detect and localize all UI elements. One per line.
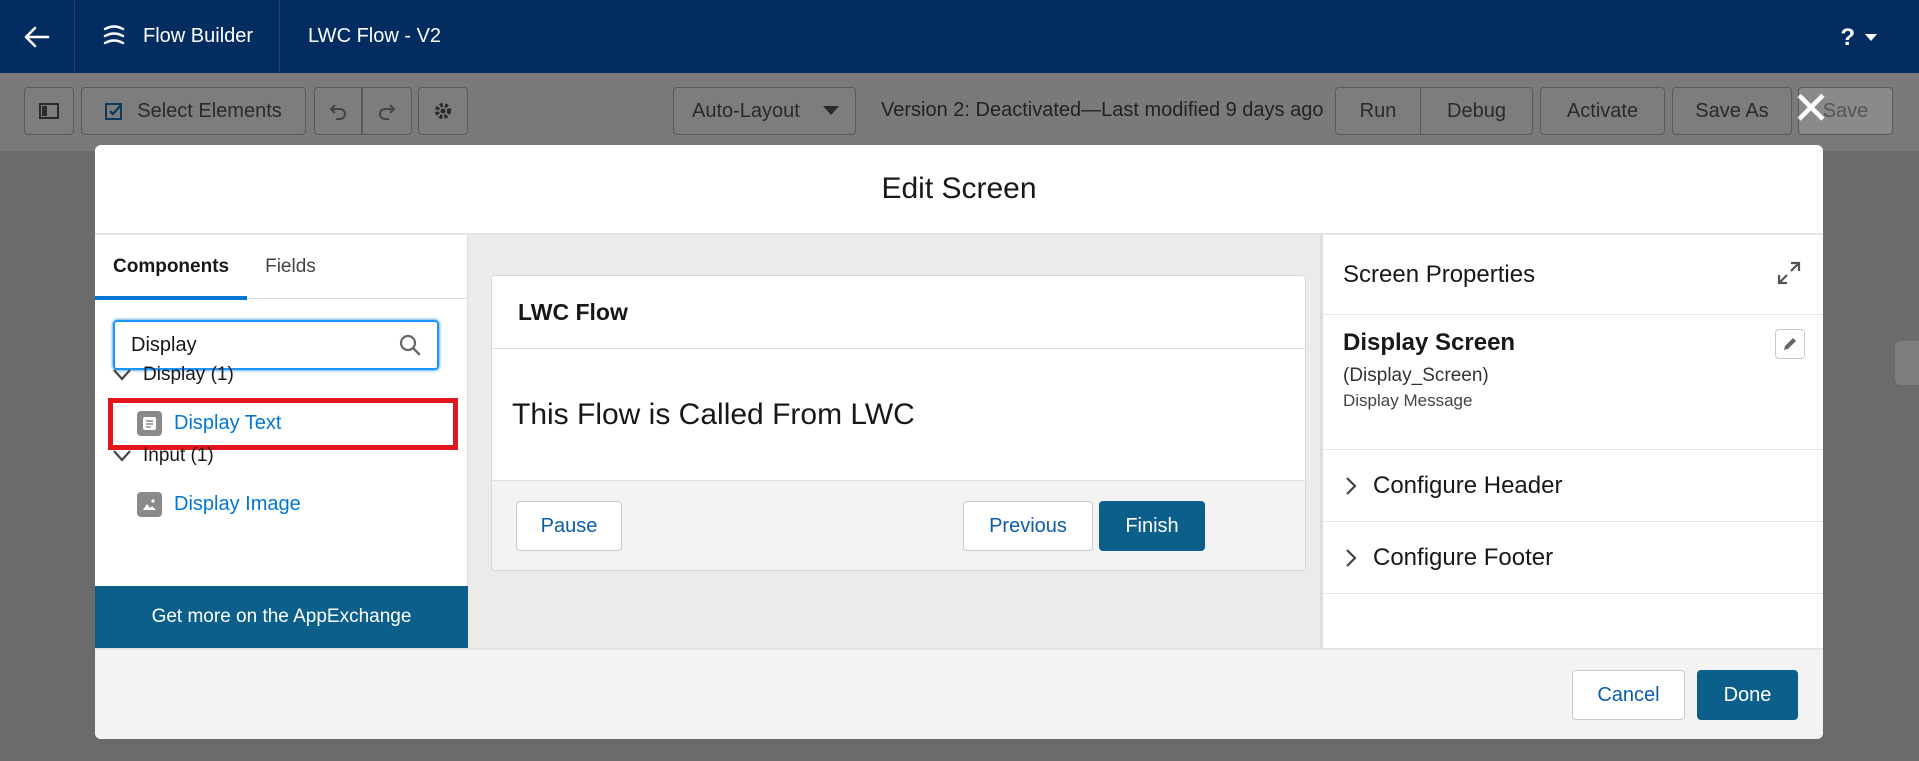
screen-description: Display Message xyxy=(1343,391,1473,410)
app-name: Flow Builder xyxy=(143,25,254,47)
back-button[interactable] xyxy=(0,0,75,73)
group-input[interactable]: Input (1) xyxy=(113,445,214,467)
debug-button[interactable]: Debug xyxy=(1420,87,1533,135)
screen-label: Display Screen xyxy=(1343,329,1516,356)
screen-api-name: (Display_Screen) xyxy=(1343,365,1489,386)
redo-button[interactable] xyxy=(362,87,412,135)
toggle-panel-button[interactable] xyxy=(24,87,74,135)
search-icon xyxy=(399,334,421,356)
group-label: Input (1) xyxy=(143,445,214,466)
component-display-image[interactable]: Display Image xyxy=(137,492,301,517)
close-modal-button[interactable]: ✕ xyxy=(1791,85,1831,131)
chevron-down-icon xyxy=(113,450,131,462)
modal-title: Edit Screen xyxy=(881,172,1037,205)
done-button[interactable]: Done xyxy=(1697,670,1798,720)
components-panel: Components Fields Display Display (1) Di… xyxy=(95,235,468,648)
configure-footer-section[interactable]: Configure Footer xyxy=(1323,522,1823,594)
help-menu[interactable]: ? xyxy=(1840,24,1877,52)
flow-logo-icon xyxy=(101,23,127,51)
modal-header: Edit Screen xyxy=(95,145,1823,235)
checkbox-icon xyxy=(105,103,123,120)
expand-icon[interactable] xyxy=(1777,261,1801,292)
properties-title: Screen Properties xyxy=(1343,260,1536,288)
version-status: Version 2: Deactivated—Last modified 9 d… xyxy=(881,99,1324,121)
screen-preview-card[interactable]: LWC Flow This Flow is Called From LWC Pa… xyxy=(491,275,1306,571)
help-icon: ? xyxy=(1840,24,1855,51)
gear-icon xyxy=(435,103,451,119)
screen-properties-panel: Screen Properties Display Screen (Displa… xyxy=(1320,235,1823,648)
edit-screen-button[interactable] xyxy=(1775,329,1805,359)
activate-button[interactable]: Activate xyxy=(1540,87,1665,135)
arrow-left-icon xyxy=(24,26,50,47)
section-label: Configure Header xyxy=(1373,471,1563,499)
component-label: Display Image xyxy=(174,493,301,515)
undo-button[interactable] xyxy=(314,87,362,135)
tab-components[interactable]: Components xyxy=(95,235,248,300)
layout-select[interactable]: Auto-Layout xyxy=(673,87,856,135)
cancel-button[interactable]: Cancel xyxy=(1572,670,1685,720)
save-as-button[interactable]: Save As xyxy=(1672,87,1792,135)
pencil-icon xyxy=(1784,338,1796,350)
screen-details: Display Screen (Display_Screen) Display … xyxy=(1323,315,1823,450)
edit-screen-modal: Edit Screen Components Fields Display Di… xyxy=(95,145,1823,739)
side-panel-tab[interactable] xyxy=(1895,341,1919,385)
group-display[interactable]: Display (1) xyxy=(113,364,234,386)
undo-icon xyxy=(329,104,346,120)
layout-select-value: Auto-Layout xyxy=(692,99,800,122)
appexchange-button[interactable]: Get more on the AppExchange xyxy=(95,586,468,648)
modal-body: Components Fields Display Display (1) Di… xyxy=(95,235,1823,648)
panel-tabs: Components Fields xyxy=(95,235,467,300)
top-nav: Flow Builder LWC Flow - V2 ? xyxy=(0,0,1919,73)
select-elements-label: Select Elements xyxy=(137,99,282,122)
screen-footer: Pause Previous Finish xyxy=(492,480,1305,570)
previous-button[interactable]: Previous xyxy=(963,501,1093,551)
settings-button[interactable] xyxy=(418,87,468,135)
chevron-right-icon xyxy=(1346,548,1357,567)
section-label: Configure Footer xyxy=(1373,543,1554,571)
display-text-component[interactable]: This Flow is Called From LWC xyxy=(492,349,1305,481)
app-brand: Flow Builder xyxy=(75,0,281,73)
chevron-down-icon xyxy=(113,369,131,381)
modal-footer: Cancel Done xyxy=(95,648,1823,739)
chevron-right-icon xyxy=(1346,476,1357,495)
highlight-annotation xyxy=(108,398,458,450)
properties-header: Screen Properties xyxy=(1323,235,1823,315)
image-component-icon xyxy=(137,492,162,517)
caret-down-icon xyxy=(1865,34,1877,41)
pause-button[interactable]: Pause xyxy=(516,501,622,551)
tab-fields[interactable]: Fields xyxy=(247,235,334,299)
screen-canvas: LWC Flow This Flow is Called From LWC Pa… xyxy=(468,235,1320,648)
screen-header: LWC Flow xyxy=(492,276,1305,349)
panel-icon xyxy=(39,103,59,119)
group-label: Display (1) xyxy=(143,364,234,385)
flow-name: LWC Flow - V2 xyxy=(308,25,442,47)
run-button[interactable]: Run xyxy=(1335,87,1421,135)
appexchange-label: Get more on the AppExchange xyxy=(151,606,412,627)
configure-header-section[interactable]: Configure Header xyxy=(1323,450,1823,522)
toolbar: Select Elements Auto-Layout Version 2: D… xyxy=(0,73,1919,151)
redo-icon xyxy=(379,104,396,120)
component-search-input[interactable]: Display xyxy=(113,320,439,370)
search-value: Display xyxy=(131,333,197,356)
select-elements-button[interactable]: Select Elements xyxy=(81,87,306,135)
chevron-down-icon xyxy=(823,106,839,115)
finish-button[interactable]: Finish xyxy=(1099,501,1205,551)
